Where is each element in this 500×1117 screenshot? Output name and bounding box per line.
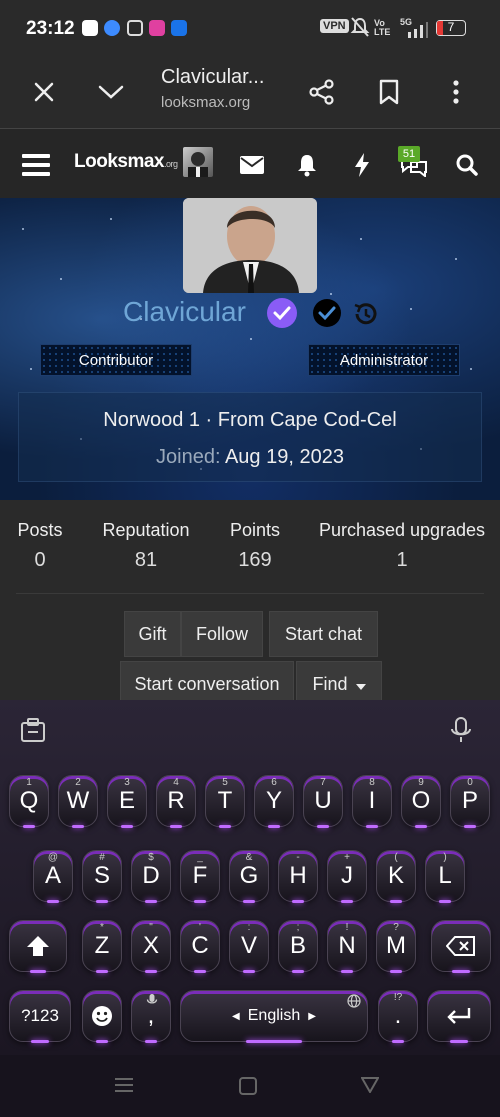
page-title: Clavicular... [161, 66, 265, 88]
signal-icon [406, 22, 428, 43]
key-k[interactable]: (K [376, 850, 416, 903]
history-icon[interactable] [352, 300, 380, 333]
capcut-icon [82, 20, 98, 36]
period-key[interactable]: !?. [378, 990, 418, 1043]
site-navigation: Looksmax.org [0, 128, 500, 198]
language-next-icon: ▶ [308, 1010, 316, 1022]
symbols-key[interactable]: ?123 [9, 990, 71, 1043]
chevron-down-icon[interactable] [91, 72, 131, 112]
follow-button[interactable]: Follow [181, 611, 263, 657]
stat-purchased-upgrades[interactable]: Purchased upgrades 1 [318, 520, 486, 572]
shift-key[interactable] [9, 920, 67, 973]
bookmark-icon[interactable] [369, 72, 409, 112]
bell-icon[interactable] [289, 147, 325, 183]
profile-info-box: Norwood 1 · From Cape Cod-Cel Joined: Au… [18, 392, 482, 482]
key-y[interactable]: 6Y [254, 775, 294, 828]
key-p[interactable]: 0P [450, 775, 490, 828]
key-t[interactable]: 5T [205, 775, 245, 828]
emoji-key[interactable] [82, 990, 122, 1043]
profile-avatar[interactable] [183, 198, 317, 293]
key-q[interactable]: 1Q [9, 775, 49, 828]
key-l[interactable]: ) L [425, 850, 465, 903]
backspace-icon [446, 936, 475, 956]
key-u[interactable]: 7U [303, 775, 343, 828]
microphone-icon[interactable] [449, 716, 473, 749]
system-navigation-bar [0, 1055, 500, 1117]
page-url: looksmax.org [161, 94, 251, 111]
role-badge-contributor: Contributor [40, 344, 192, 376]
app-icon-pink [149, 20, 165, 36]
hamburger-menu-icon[interactable] [18, 147, 54, 183]
staff-check-icon [312, 298, 342, 333]
status-time: 23:12 [26, 18, 75, 39]
key-j[interactable]: + J [327, 850, 367, 903]
key-m[interactable]: ? M [376, 920, 416, 973]
stats-divider [16, 593, 484, 594]
key-o[interactable]: 9O [401, 775, 441, 828]
mail-icon[interactable] [234, 147, 270, 183]
lightning-icon[interactable] [344, 147, 380, 183]
clipboard-icon[interactable] [20, 717, 46, 748]
key-s[interactable]: # S [82, 850, 122, 903]
gift-button[interactable]: Gift [124, 611, 181, 657]
key-x[interactable]: " X [131, 920, 171, 973]
app-icon-blue [104, 20, 120, 36]
key-a[interactable]: @ A [33, 850, 73, 903]
enter-key[interactable] [427, 990, 491, 1043]
key-r[interactable]: 4R [156, 775, 196, 828]
profile-joined: Joined: Aug 19, 2023 [156, 446, 344, 468]
home-icon[interactable] [239, 1077, 257, 1100]
on-screen-keyboard: 1Q 2W 3E 4R 5T 6Y 7U 8I 9O 0P @ A # S $ D _… [0, 700, 500, 1055]
key-h[interactable]: -H [278, 850, 318, 903]
user-avatar-thumbnail[interactable] [183, 147, 213, 177]
key-d[interactable]: $ D [131, 850, 171, 903]
volte-indicator: Vo LTE [374, 18, 391, 37]
more-vert-icon[interactable] [436, 72, 476, 112]
profile-location-line: Norwood 1 · From Cape Cod-Cel [103, 409, 397, 431]
language-prev-icon: ◀ [232, 1010, 240, 1022]
browser-toolbar: Clavicular... looksmax.org [0, 56, 500, 128]
key-b[interactable]: ; B [278, 920, 318, 973]
close-icon[interactable] [24, 72, 64, 112]
stat-points[interactable]: Points 169 [226, 520, 284, 572]
recents-icon[interactable] [115, 1077, 133, 1098]
key-w[interactable]: 2W [58, 775, 98, 828]
stat-reputation[interactable]: Reputation 81 [100, 520, 192, 572]
key-z[interactable]: * Z [82, 920, 122, 973]
key-n[interactable]: ! N [327, 920, 367, 973]
key-v[interactable]: :V [229, 920, 269, 973]
key-c[interactable]: ' C [180, 920, 220, 973]
caret-down-icon [355, 674, 366, 695]
key-f[interactable]: _ F [180, 850, 220, 903]
role-badge-administrator: Administrator [308, 344, 460, 376]
alerts-count-badge: 51 [398, 146, 420, 162]
vpn-indicator: VPN [320, 19, 349, 33]
space-key[interactable]: ◀ English ▶ [180, 990, 368, 1043]
key-e[interactable]: 3E [107, 775, 147, 828]
shift-arrow-icon [27, 936, 49, 956]
enter-icon [447, 1008, 471, 1024]
comma-key[interactable]: , [131, 990, 171, 1043]
globe-icon [347, 994, 361, 1008]
key-g[interactable]: & G [229, 850, 269, 903]
share-icon[interactable] [302, 72, 342, 112]
battery-indicator: 7 [436, 20, 466, 36]
verified-badge-icon [266, 297, 298, 334]
back-icon[interactable] [360, 1077, 380, 1098]
key-i[interactable]: 8I [352, 775, 392, 828]
backspace-key[interactable] [431, 920, 491, 973]
search-icon[interactable] [449, 147, 485, 183]
gmail-icon [127, 20, 143, 36]
emoji-icon [92, 1006, 112, 1026]
key-icon [171, 20, 187, 36]
profile-username: Clavicular [123, 296, 246, 327]
stat-posts[interactable]: Posts 0 [14, 520, 66, 572]
start-chat-button[interactable]: Start chat [269, 611, 378, 657]
mute-icon [350, 16, 370, 43]
mic-mini-icon [146, 994, 158, 1004]
site-logo[interactable]: Looksmax.org [74, 151, 178, 173]
status-bar: 23:12 VPN Vo LTE 5G 7 [0, 0, 500, 56]
